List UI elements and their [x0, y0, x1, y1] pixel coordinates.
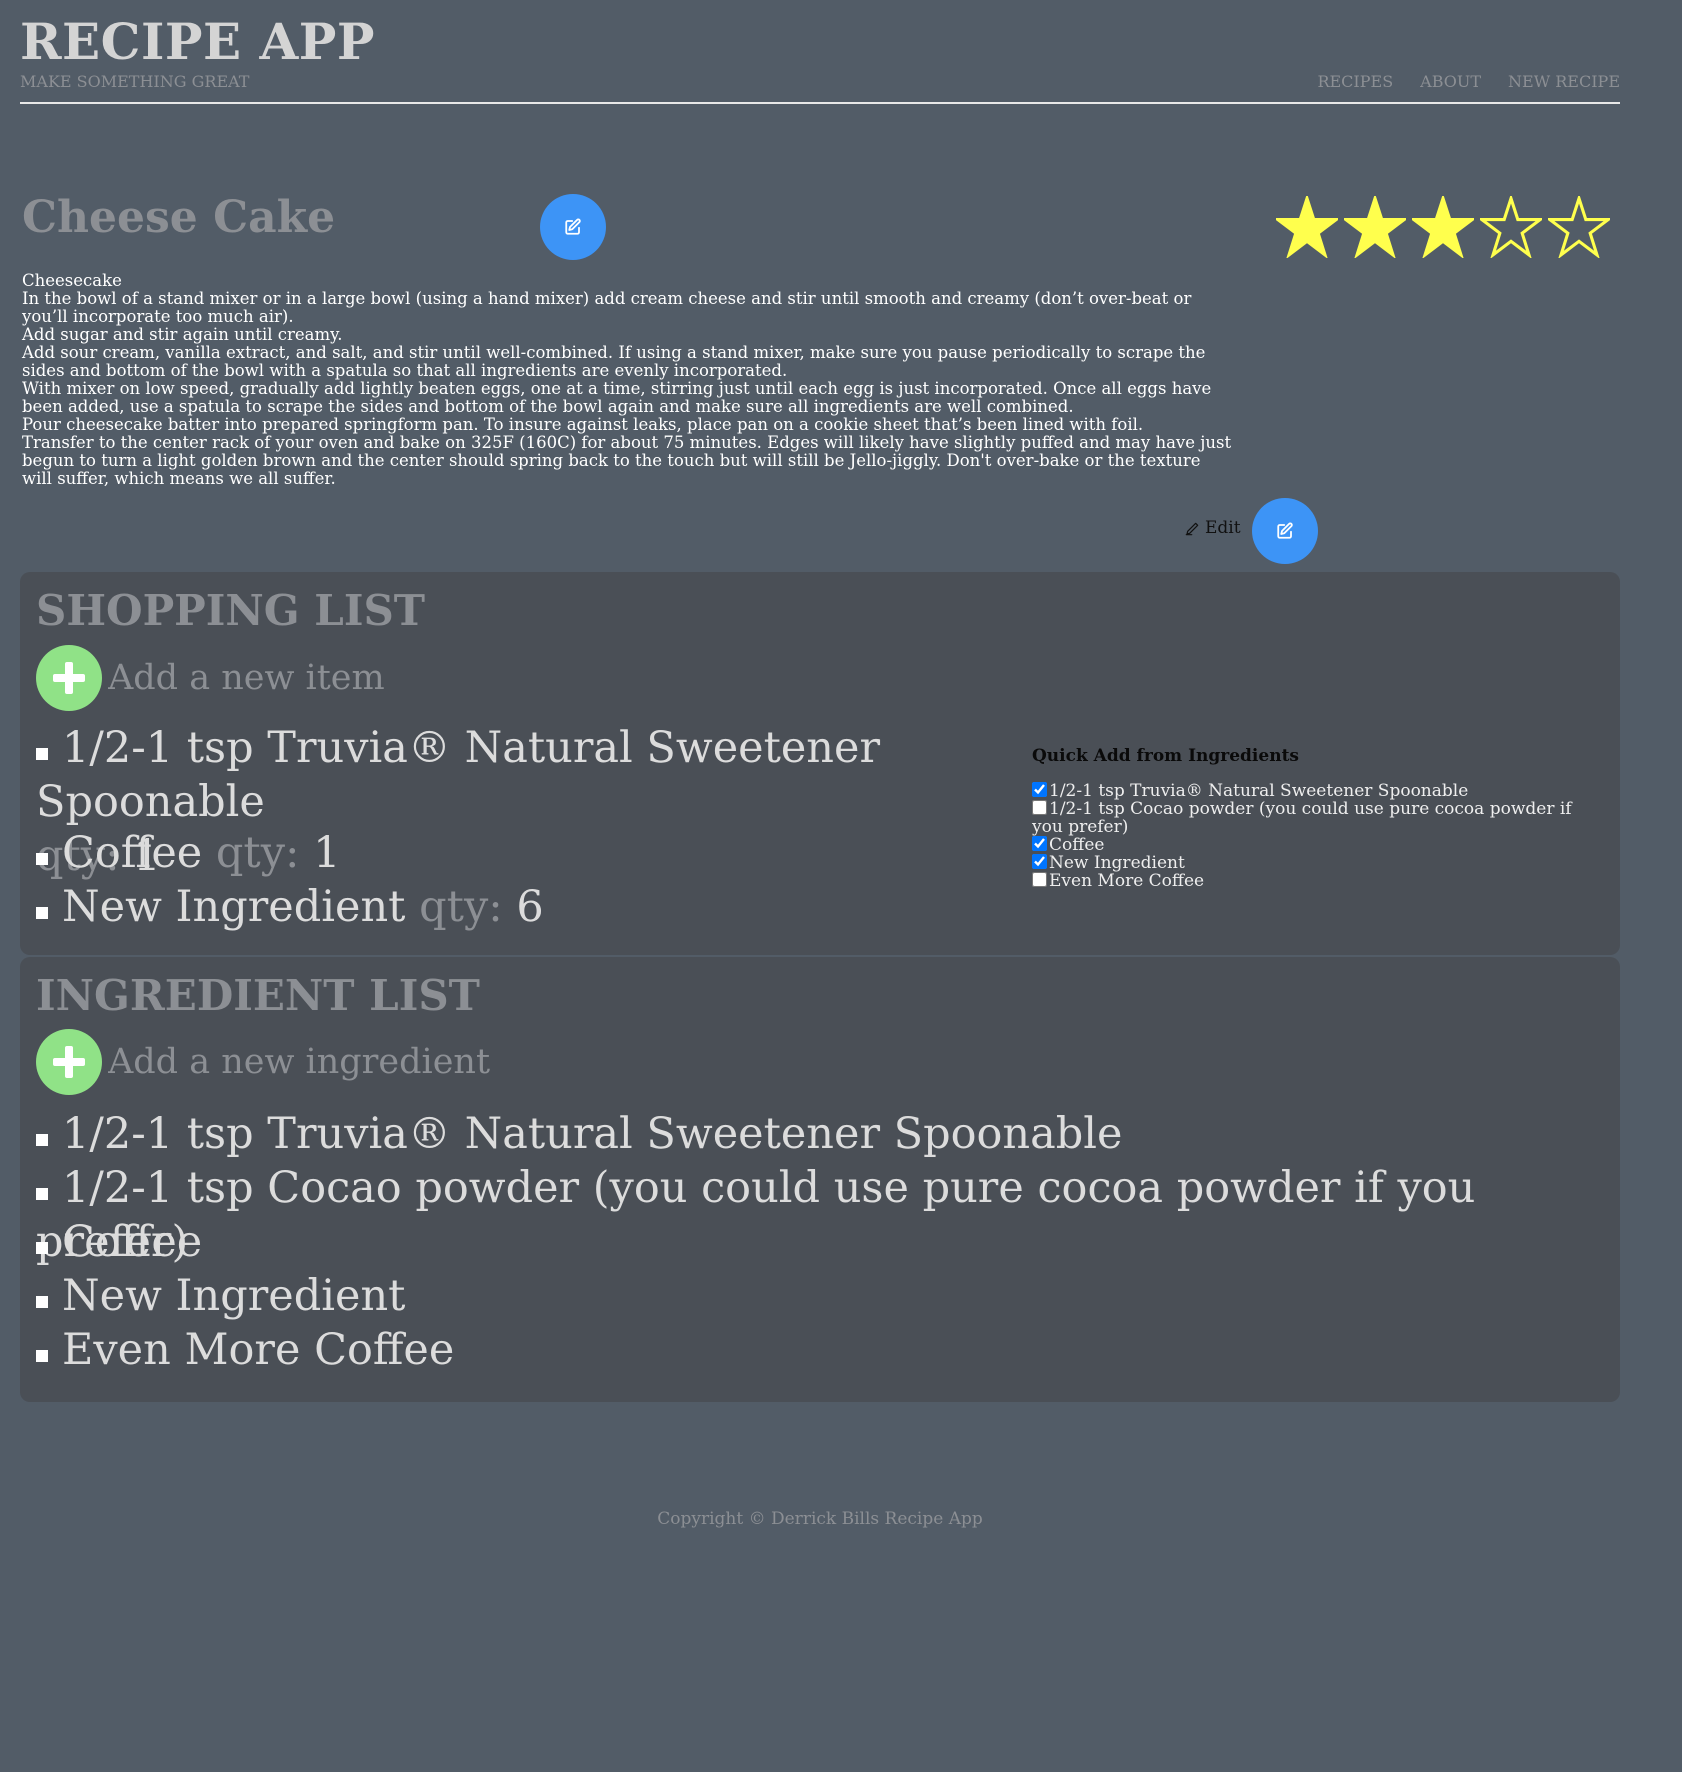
star-filled-icon[interactable]: [1412, 196, 1474, 258]
ingredient-list-panel: INGREDIENT LIST 1/2-1 tsp Truvia® Natura…: [20, 957, 1620, 1402]
item-checkbox[interactable]: [36, 1134, 48, 1146]
quick-add-label: New Ingredient: [1049, 853, 1185, 873]
recipe-rating: [1276, 196, 1610, 258]
ingredient-list-title: INGREDIENT LIST: [36, 971, 480, 1020]
quick-add-item: New Ingredient: [1032, 854, 1592, 872]
description-line: Transfer to the center rack of your oven…: [22, 433, 1232, 488]
ingredient-list-item: 1/2-1 tsp Truvia® Natural Sweetener Spoo…: [36, 1107, 1123, 1161]
quick-add-item: Even More Coffee: [1032, 872, 1592, 890]
recipe-title: Cheese Cake: [22, 192, 336, 243]
edit-square-icon: [1277, 522, 1293, 539]
ingredient-add-row: [36, 1029, 710, 1095]
add-ingredient-input[interactable]: [106, 1041, 710, 1083]
edit-description-link[interactable]: Edit: [1185, 518, 1241, 538]
nav-recipes-link[interactable]: RECIPES: [1317, 72, 1393, 91]
item-checkbox[interactable]: [36, 1350, 48, 1362]
qty-label: qty:: [419, 882, 503, 932]
edit-label: Edit: [1205, 518, 1241, 538]
quick-add-checkbox[interactable]: [1032, 872, 1047, 887]
quick-add-label: Coffee: [1049, 835, 1105, 855]
ingredient-list-item: New Ingredient: [36, 1269, 405, 1323]
quick-add-item: 1/2-1 tsp Truvia® Natural Sweetener Spoo…: [1032, 782, 1592, 800]
add-shopping-item-button[interactable]: [36, 645, 102, 711]
quick-add-label: 1/2-1 tsp Truvia® Natural Sweetener Spoo…: [1049, 781, 1469, 801]
edit-title-button[interactable]: [540, 194, 606, 260]
ingredient-list-item: Even More Coffee: [36, 1323, 454, 1377]
plus-icon: [53, 662, 85, 694]
star-empty-icon[interactable]: [1548, 196, 1610, 258]
plus-icon: [53, 1046, 85, 1078]
description-line: Cheesecake: [22, 271, 122, 290]
item-checkbox[interactable]: [36, 1188, 48, 1200]
item-qty: 6: [516, 882, 544, 932]
edit-description-button[interactable]: [1252, 498, 1318, 564]
ingredient-name: Coffee: [62, 1217, 203, 1267]
star-filled-icon[interactable]: [1276, 196, 1338, 258]
app-header: RECIPE APP MAKE SOMETHING GREAT RECIPES …: [20, 12, 1620, 104]
app-title: RECIPE APP: [20, 12, 375, 71]
item-checkbox[interactable]: [36, 907, 48, 919]
quick-add-checkbox[interactable]: [1032, 854, 1047, 869]
star-empty-icon[interactable]: [1480, 196, 1542, 258]
item-name: New Ingredient: [62, 882, 406, 932]
qty-label: qty:: [215, 828, 300, 878]
quick-add-checkbox[interactable]: [1032, 800, 1047, 815]
item-name: Coffee: [62, 828, 203, 878]
ingredient-list-item: Coffee: [36, 1215, 202, 1269]
recipe-description: Cheesecake In the bowl of a stand mixer …: [22, 272, 1232, 488]
ingredient-list-item: 1/2-1 tsp Cocao powder (you could use pu…: [36, 1161, 1620, 1269]
quick-add-panel: Quick Add from Ingredients 1/2-1 tsp Tru…: [1032, 746, 1592, 890]
edit-square-icon: [565, 218, 581, 235]
ingredient-name: New Ingredient: [62, 1271, 406, 1321]
quick-add-checkbox[interactable]: [1032, 782, 1047, 797]
item-checkbox[interactable]: [36, 748, 48, 760]
ingredient-name: 1/2-1 tsp Cocao powder (you could use pu…: [36, 1163, 1476, 1267]
nav-about-link[interactable]: ABOUT: [1420, 72, 1481, 91]
star-filled-icon[interactable]: [1344, 196, 1406, 258]
quick-add-item: 1/2-1 tsp Cocao powder (you could use pu…: [1032, 800, 1592, 836]
item-checkbox[interactable]: [36, 853, 48, 865]
quick-add-checkbox[interactable]: [1032, 836, 1047, 851]
description-line: Add sour cream, vanilla extract, and sal…: [22, 343, 1206, 380]
main-nav: RECIPES ABOUT NEW RECIPE: [1317, 72, 1620, 91]
footer-copyright: Copyright © Derrick Bills Recipe App: [657, 1509, 983, 1529]
item-name: 1/2-1 tsp Truvia® Natural Sweetener Spoo…: [36, 723, 881, 827]
item-checkbox[interactable]: [36, 1296, 48, 1308]
add-ingredient-button[interactable]: [36, 1029, 102, 1095]
shopping-list-title: SHOPPING LIST: [36, 586, 426, 635]
quick-add-label: Even More Coffee: [1049, 871, 1205, 891]
item-checkbox[interactable]: [36, 1242, 48, 1254]
ingredient-name: 1/2-1 tsp Truvia® Natural Sweetener Spoo…: [62, 1109, 1123, 1159]
quick-add-item: Coffee: [1032, 836, 1592, 854]
add-shopping-item-input[interactable]: [106, 657, 710, 699]
description-line: Add sugar and stir again until creamy.: [22, 325, 343, 344]
description-line: With mixer on low speed, gradually add l…: [22, 379, 1212, 416]
description-line: Pour cheesecake batter into prepared spr…: [22, 415, 1144, 434]
shopping-list-item: New Ingredient qty: 6: [36, 880, 544, 934]
item-qty: 1: [313, 828, 341, 878]
nav-new-recipe-link[interactable]: NEW RECIPE: [1508, 72, 1620, 91]
pencil-icon: [1185, 522, 1199, 536]
description-line: In the bowl of a stand mixer or in a lar…: [22, 289, 1192, 326]
header-divider: [20, 102, 1620, 104]
ingredient-name: Even More Coffee: [62, 1325, 455, 1375]
quick-add-title: Quick Add from Ingredients: [1032, 746, 1299, 766]
quick-add-label: 1/2-1 tsp Cocao powder (you could use pu…: [1032, 799, 1572, 837]
shopping-list-item: Coffee qty: 1: [36, 826, 341, 880]
shopping-add-row: [36, 645, 710, 711]
